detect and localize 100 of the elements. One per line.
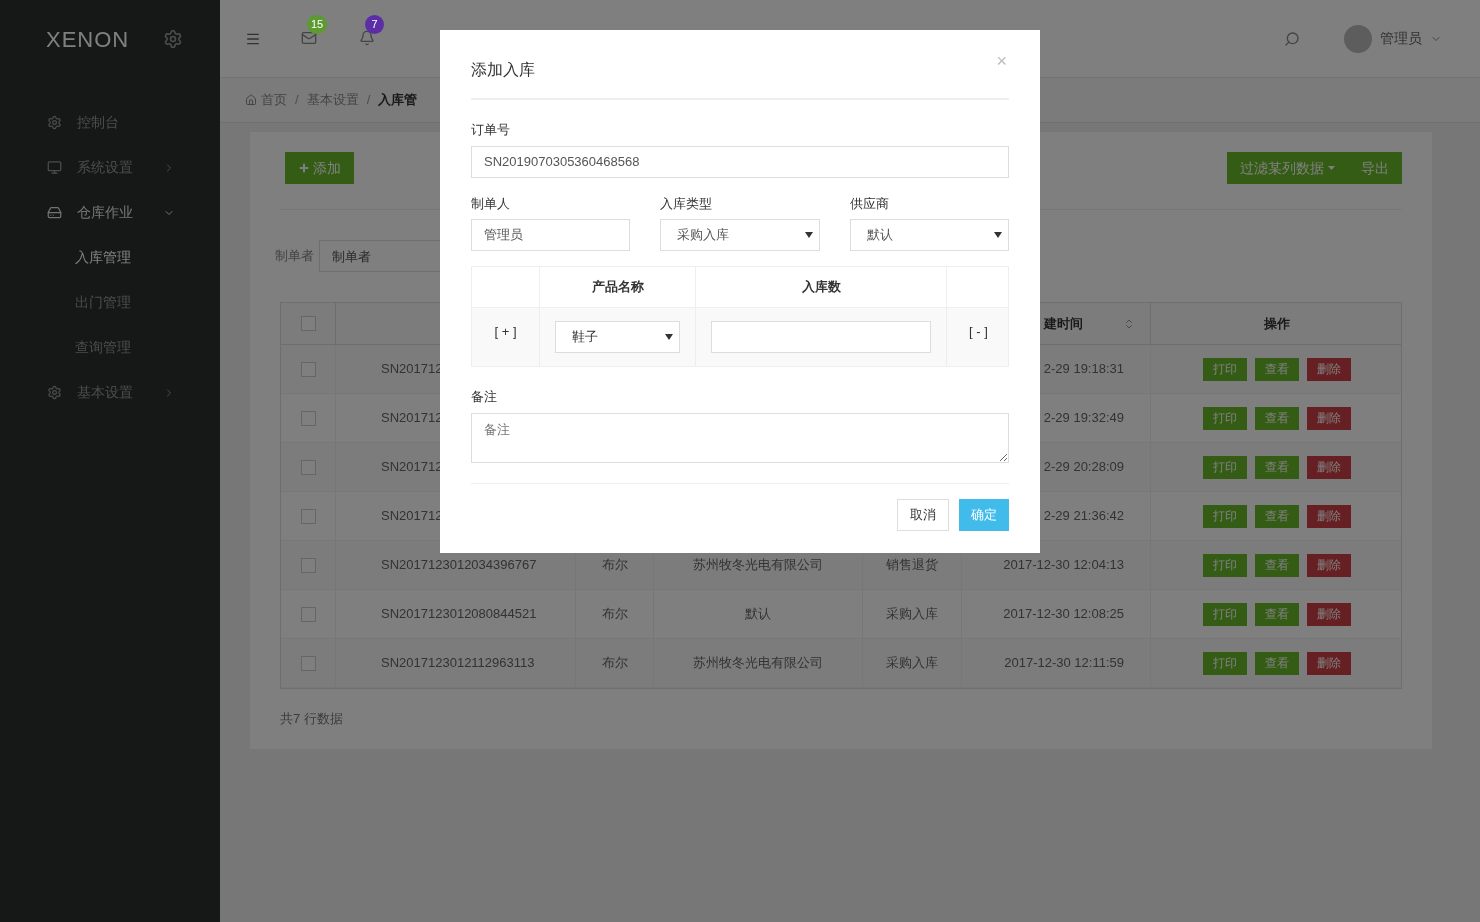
table-cell-text: SN201712 — [381, 360, 443, 379]
table-cell-text: 布尔 — [601, 605, 628, 624]
checkbox[interactable] — [300, 316, 316, 331]
checkbox[interactable] — [300, 606, 316, 622]
checkbox[interactable] — [300, 410, 316, 426]
sidebar-item[interactable]: 仓库作业 — [0, 190, 220, 235]
field-label: 供应商 — [849, 194, 890, 213]
table-cell-text: 布尔 — [601, 654, 628, 673]
column-header[interactable]: 建时间 — [1044, 313, 1083, 334]
delete-button[interactable]: 删除 — [1307, 504, 1351, 528]
search-icon[interactable] — [1284, 30, 1300, 47]
filter-button[interactable]: 过滤某列数据 — [1227, 152, 1348, 184]
action-button[interactable]: 打印 — [1203, 406, 1247, 430]
checkbox[interactable] — [300, 655, 316, 671]
caret-icon — [994, 232, 1002, 238]
type-select[interactable]: 采购入库 — [660, 219, 820, 251]
field-label: 订单号 — [471, 121, 511, 139]
action-button[interactable]: 查看 — [1255, 553, 1299, 577]
delete-button[interactable]: 删除 — [1307, 553, 1351, 577]
checkbox[interactable] — [300, 508, 316, 524]
user-name[interactable]: 管理员 — [1380, 28, 1422, 49]
count-badge: 7 — [365, 14, 384, 34]
field-label: 入库类型 — [660, 194, 714, 213]
table-cell-text: 2-29 19:32:49 — [1043, 409, 1124, 428]
maker-field[interactable]: 管理员 — [471, 219, 631, 251]
quantity-field[interactable] — [711, 321, 931, 353]
action-button[interactable]: 查看 — [1255, 602, 1299, 626]
table-cell-text: 默认 — [745, 605, 771, 624]
action-button[interactable]: 打印 — [1203, 602, 1247, 626]
table-cell-text: 苏州牧冬光电有限公司 — [693, 654, 823, 673]
remove-row-button[interactable]: [ - ] — [969, 324, 988, 340]
supplier-select[interactable]: 默认 — [849, 219, 1009, 251]
table-cell-text: 采购入库 — [886, 654, 938, 673]
dialog-title: 添加入库 — [471, 60, 535, 80]
caret-icon — [804, 232, 813, 238]
column-header: 入库数 — [801, 278, 841, 297]
action-button[interactable]: 打印 — [1203, 357, 1247, 381]
close-button[interactable]: × — [996, 48, 1007, 75]
checkbox[interactable] — [300, 459, 316, 475]
gear-icon — [47, 385, 62, 400]
export-button[interactable]: 导出 — [1348, 152, 1402, 184]
delete-button[interactable]: 删除 — [1307, 651, 1351, 675]
cancel-button[interactable]: 取消 — [897, 498, 949, 531]
action-button[interactable]: 打印 — [1203, 553, 1247, 577]
table-cell-text: SN201712 — [381, 458, 443, 477]
action-button[interactable]: 查看 — [1255, 406, 1299, 430]
table-cell-text: 2017-12-30 12:04:13 — [1003, 556, 1124, 575]
table-cell-text: SN2017123012080844521 — [381, 605, 537, 624]
column-header: 产品名称 — [591, 278, 644, 297]
table-cell-text: 2-29 19:18:31 — [1043, 360, 1124, 379]
checkbox[interactable] — [300, 557, 316, 573]
logo: XENON — [46, 25, 130, 54]
remark-field[interactable]: 备注 — [471, 412, 1009, 463]
sort-icon[interactable] — [1123, 317, 1135, 330]
table-cell-text: 布尔 — [601, 556, 628, 575]
monitor-icon — [47, 160, 62, 175]
add-row-button[interactable]: [ + ] — [494, 324, 517, 340]
table-cell-text: SN201712 — [381, 507, 443, 526]
submenu-item[interactable]: 入库管理 — [0, 235, 220, 280]
table-cell-text: 2-29 20:28:09 — [1043, 458, 1124, 477]
home-icon — [245, 94, 257, 106]
table-cell-text: SN2017123012034396767 — [381, 556, 537, 575]
delete-button[interactable]: 删除 — [1307, 455, 1351, 479]
action-button[interactable]: 查看 — [1255, 651, 1299, 675]
caret-icon — [1328, 166, 1335, 170]
table-cell-text: 苏州牧冬光电有限公司 — [693, 556, 823, 575]
action-button[interactable]: 查看 — [1255, 455, 1299, 479]
column-header: 操作 — [1264, 314, 1290, 333]
caret-icon — [665, 334, 673, 340]
action-button[interactable]: 查看 — [1255, 504, 1299, 528]
avatar[interactable] — [1344, 24, 1372, 53]
action-button[interactable]: 打印 — [1203, 455, 1247, 479]
table-cell-text: 采购入库 — [886, 605, 938, 624]
action-button[interactable]: 查看 — [1255, 357, 1299, 381]
table-cell-text: 2017-12-30 12:08:25 — [1003, 605, 1124, 624]
confirm-button[interactable]: 确定 — [959, 498, 1009, 531]
bell-icon[interactable] — [359, 29, 375, 46]
checkbox[interactable] — [300, 361, 316, 377]
row-count: 共7 行数据 — [280, 710, 344, 728]
settings-icon[interactable] — [163, 29, 184, 49]
gear-icon — [47, 115, 62, 130]
mail-icon[interactable] — [301, 29, 317, 46]
plus-icon — [298, 162, 310, 174]
table-cell-text: SN201712 — [381, 409, 443, 428]
delete-button[interactable]: 删除 — [1307, 406, 1351, 430]
add-button[interactable]: 添加 — [285, 152, 354, 184]
delete-button[interactable]: 删除 — [1307, 357, 1351, 381]
breadcrumb-item: 入库管 — [378, 91, 418, 110]
field-label: 制单人 — [471, 194, 511, 213]
table-cell-text: SN2017123012112963113 — [381, 654, 535, 673]
order-number-field[interactable]: SN2019070305360468568 — [471, 145, 1009, 178]
field-label: 备注 — [471, 388, 498, 406]
delete-button[interactable]: 删除 — [1307, 602, 1351, 626]
product-select[interactable]: 鞋子 — [555, 321, 680, 353]
breadcrumb-separator: / — [366, 91, 371, 110]
action-button[interactable]: 打印 — [1203, 651, 1247, 675]
count-badge: 15 — [307, 14, 328, 34]
table-cell-text: 销售退货 — [886, 556, 938, 575]
action-button[interactable]: 打印 — [1203, 504, 1247, 528]
drive-icon — [47, 205, 62, 220]
